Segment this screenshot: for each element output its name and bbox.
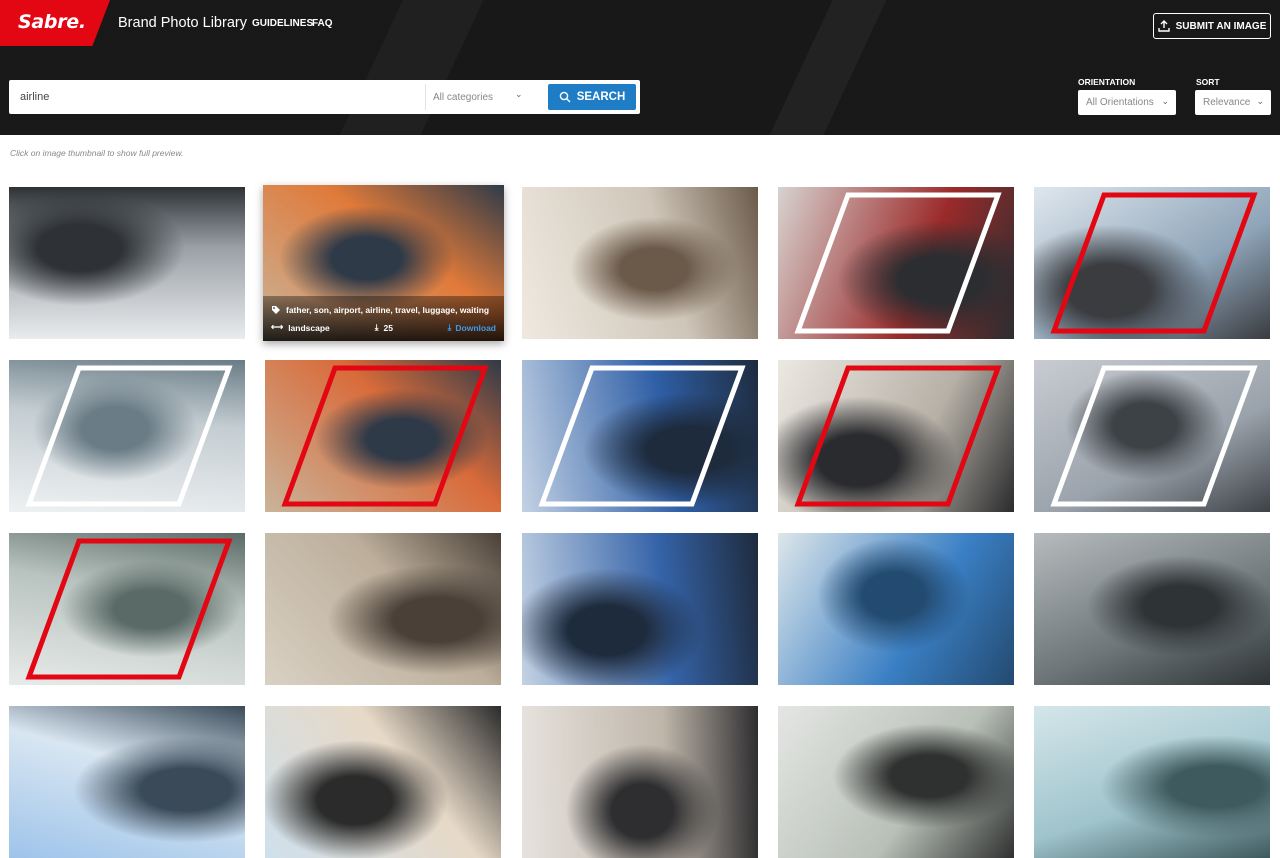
image-thumbnail-kids-on-moving-walkway[interactable] xyxy=(778,533,1014,685)
image-tags: father, son, airport, airline, travel, l… xyxy=(286,305,490,315)
nav-guidelines[interactable]: GUIDELINES xyxy=(252,18,313,29)
submit-image-label: SUBMIT AN IMAGE xyxy=(1175,20,1267,32)
sort-label: SORT xyxy=(1196,77,1220,87)
app-title[interactable]: Brand Photo Library xyxy=(118,15,247,31)
image-thumbnail-business-handshake[interactable] xyxy=(1034,187,1270,339)
image-thumbnail-plane-takeoff[interactable] xyxy=(265,706,501,858)
download-icon: ⤓ xyxy=(447,322,452,332)
search-button[interactable]: SEARCH xyxy=(548,84,636,110)
image-thumbnail-airplane-cabin[interactable] xyxy=(522,187,758,339)
brand-frame xyxy=(265,360,501,512)
submit-image-button[interactable]: SUBMIT AN IMAGE xyxy=(1153,13,1271,39)
image-thumbnail-woman-departure-board-2[interactable] xyxy=(522,533,758,685)
image-thumbnail-father-son-pointing-frame[interactable] xyxy=(265,360,501,512)
download-label: Download xyxy=(455,322,496,333)
image-thumbnail-jet-engine-frame[interactable] xyxy=(1034,360,1270,512)
sort-select[interactable]: Relevance ⌄ xyxy=(1195,90,1271,115)
tag-icon xyxy=(272,306,280,314)
chevron-down-icon: ⌄ xyxy=(515,89,523,99)
search-button-label: SEARCH xyxy=(576,91,626,103)
divider xyxy=(425,84,426,110)
brand-frame xyxy=(9,360,245,512)
image-thumbnail-business-travelers[interactable] xyxy=(522,706,758,858)
brand-frame xyxy=(522,360,758,512)
image-thumbnail-woman-departure-board[interactable] xyxy=(522,360,758,512)
search-bar: All categories ⌄ SEARCH xyxy=(9,80,640,114)
download-count: 25 xyxy=(383,322,393,333)
image-thumbnail-woman-laptop-phone[interactable] xyxy=(9,360,245,512)
image-thumbnail-woman-terminal-hall[interactable] xyxy=(1034,533,1270,685)
orientation-select-value: All Orientations xyxy=(1086,97,1154,108)
brand-frame xyxy=(778,187,1014,339)
image-thumbnail-father-son-pointing[interactable]: father, son, airport, airline, travel, l… xyxy=(263,185,504,341)
search-icon xyxy=(559,91,571,103)
category-select-value: All categories xyxy=(433,91,494,103)
orientation-arrow-icon: ⟷ xyxy=(271,322,284,332)
image-thumbnail-woman-walkway-luggage[interactable] xyxy=(9,533,245,685)
download-link[interactable]: ⤓ Download xyxy=(448,322,496,333)
sort-select-value: Relevance xyxy=(1203,97,1251,108)
image-thumbnail-woman-seated-suitcase[interactable] xyxy=(265,533,501,685)
search-input[interactable] xyxy=(9,80,424,114)
image-thumbnail-plane-front-view[interactable] xyxy=(9,706,245,858)
download-count-icon: ⤓ xyxy=(374,322,379,332)
orientation-label: ORIENTATION xyxy=(1078,77,1136,87)
image-thumbnail-jet-engine-landing-gear[interactable] xyxy=(9,187,245,339)
brand-frame xyxy=(778,360,1014,512)
image-thumbnail-baggage-handlers[interactable] xyxy=(778,187,1014,339)
header: Sabre. Brand Photo Library GUIDELINES FA… xyxy=(0,0,1280,135)
category-select[interactable]: All categories ⌄ xyxy=(433,80,528,114)
preview-hint: Click on image thumbnail to show full pr… xyxy=(10,148,184,158)
brand-frame xyxy=(9,533,245,685)
image-orientation: landscape xyxy=(288,322,330,333)
chevron-down-icon: ⌄ xyxy=(1161,96,1169,106)
upload-icon xyxy=(1157,20,1170,32)
image-thumbnail-airport-hall-woman[interactable] xyxy=(1034,706,1270,858)
image-meta: father, son, airport, airline, travel, l… xyxy=(271,305,496,333)
chevron-down-icon: ⌄ xyxy=(1256,96,1264,106)
image-thumbnail-passport-check-in[interactable] xyxy=(778,360,1014,512)
nav-faq[interactable]: FAQ xyxy=(312,18,333,29)
logo-text: Sabre. xyxy=(18,11,86,33)
orientation-select[interactable]: All Orientations ⌄ xyxy=(1078,90,1176,115)
brand-frame xyxy=(1034,360,1270,512)
brand-frame xyxy=(1034,187,1270,339)
image-thumbnail-businessman-phone[interactable] xyxy=(778,706,1014,858)
